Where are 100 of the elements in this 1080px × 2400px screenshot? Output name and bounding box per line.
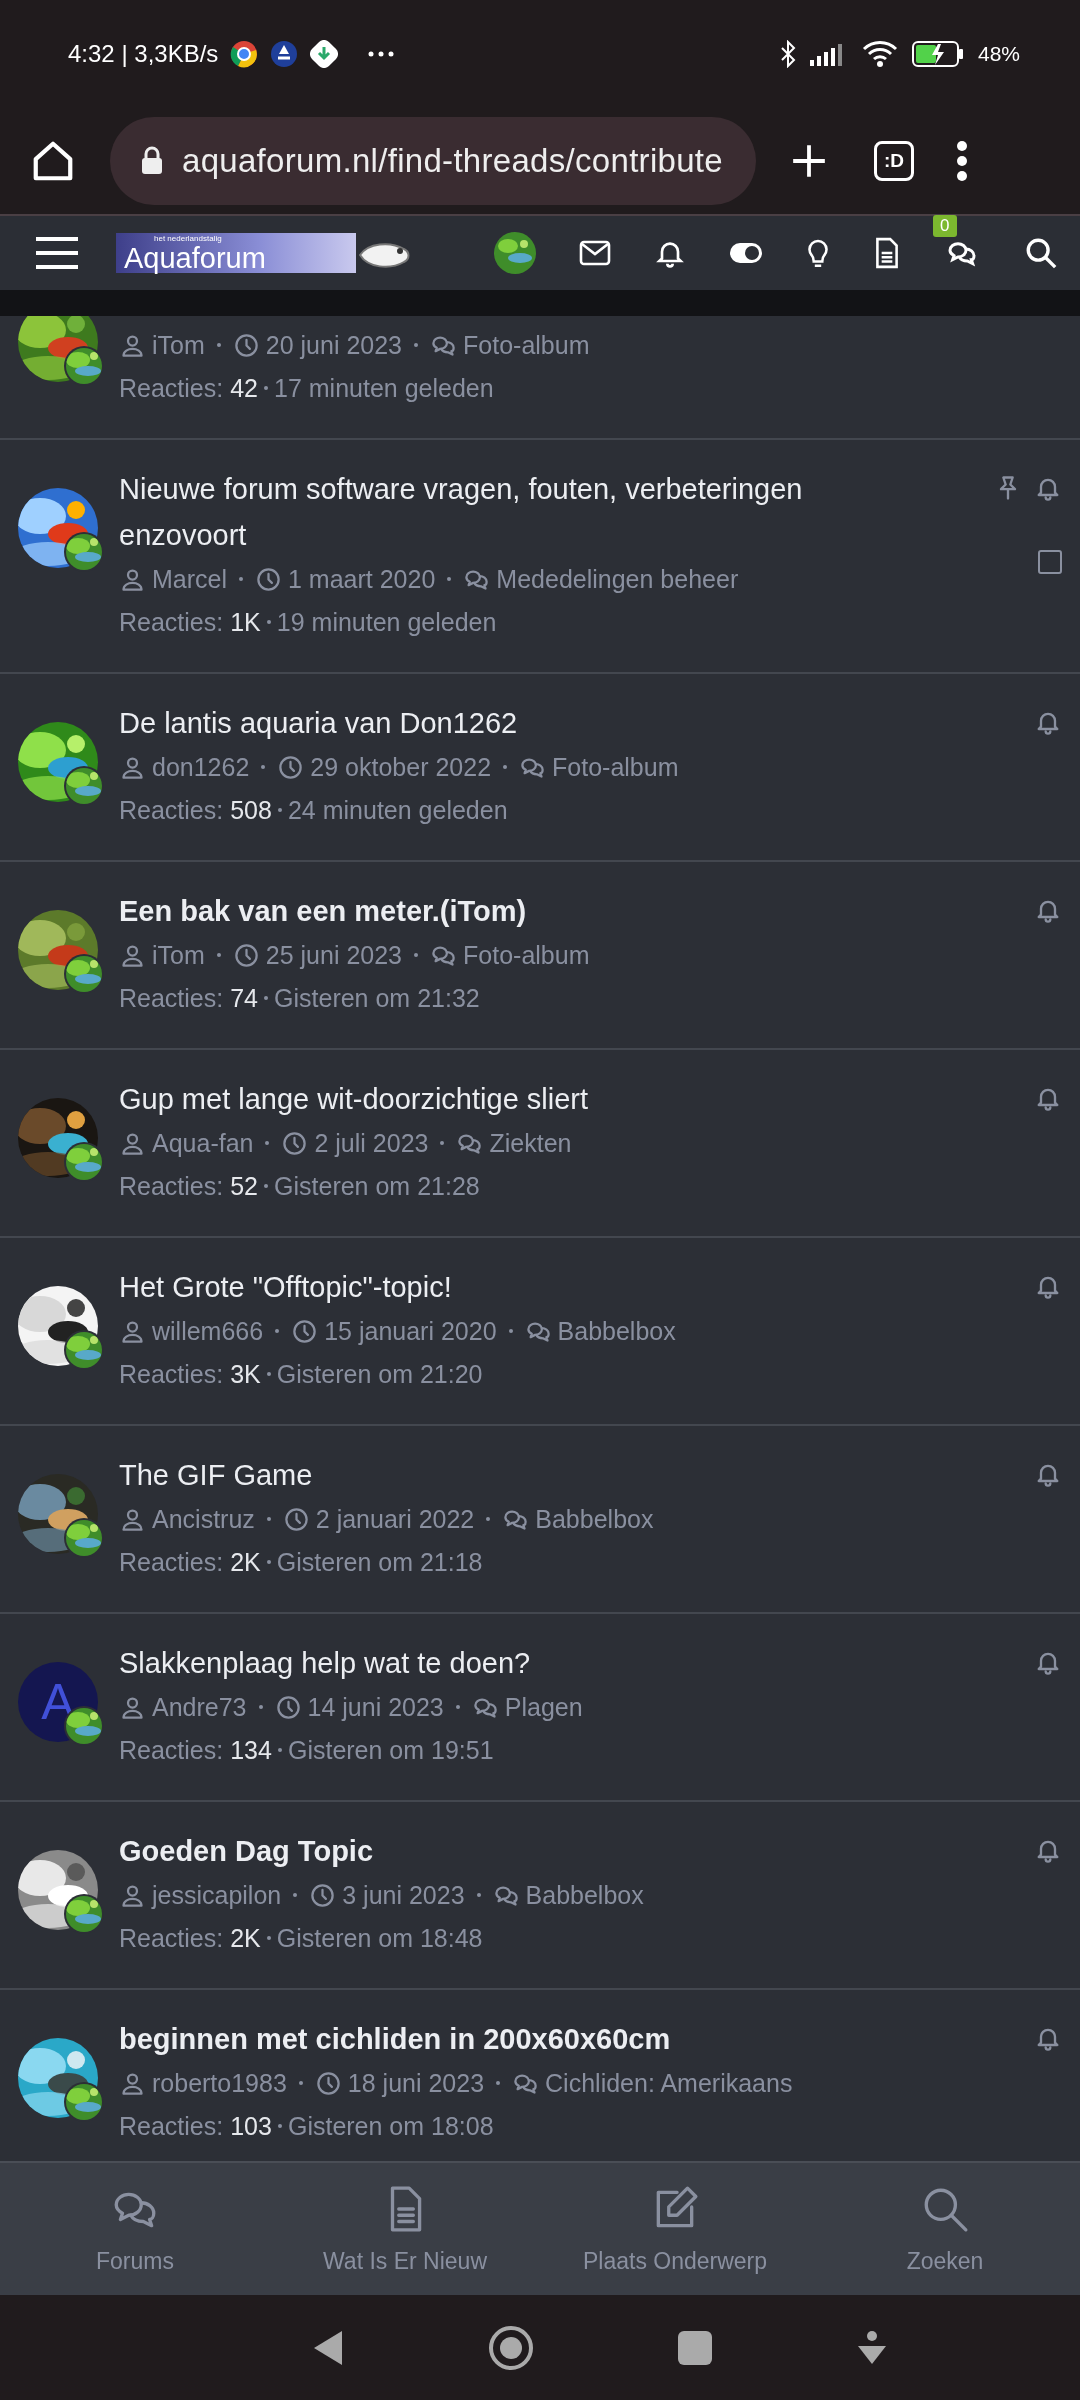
toggle-icon[interactable]: [728, 242, 763, 264]
thread-author[interactable]: Ancistruz: [152, 1504, 255, 1534]
clock-icon: [281, 1129, 309, 1157]
thread-author[interactable]: roberto1983: [152, 2068, 287, 2098]
thread-date: 18 juni 2023: [347, 2068, 485, 2098]
forum-link[interactable]: Babbelbox: [525, 1880, 644, 1910]
last-post-time[interactable]: 24 minuten geleden: [287, 795, 508, 825]
thread-title[interactable]: Nieuwe forum software vragen, fouten, verbeteringen enzovoort: [119, 466, 859, 558]
thread-author[interactable]: iTom: [152, 330, 205, 360]
thread-date: 1 maart 2020: [288, 564, 436, 594]
select-checkbox[interactable]: [1038, 550, 1062, 574]
separator-dot: [298, 2081, 303, 2085]
forum-link[interactable]: Ziekten: [489, 1128, 572, 1158]
forum-link[interactable]: Babbelbox: [557, 1316, 676, 1346]
separator-dot: [293, 1893, 298, 1897]
thread-author[interactable]: Andre73: [152, 1692, 247, 1722]
thread-author[interactable]: iTom: [152, 940, 205, 970]
wifi-icon: [861, 40, 898, 68]
last-post-time[interactable]: 17 minuten geleden: [274, 373, 494, 403]
last-post-time[interactable]: Gisteren om 21:18: [276, 1547, 483, 1577]
last-post-time[interactable]: 19 minuten geleden: [276, 607, 497, 637]
tab-switcher-button[interactable]: :D: [874, 141, 914, 181]
last-post-time[interactable]: Gisteren om 21:32: [274, 983, 480, 1013]
thread-title[interactable]: Gup met lange wit-doorzichtige sliert: [119, 1076, 859, 1122]
thread-title[interactable]: Goeden Dag Topic: [119, 1828, 859, 1874]
replies-label: Reacties:: [119, 373, 224, 403]
thread-title[interactable]: Het Grote "Offtopic"-topic!: [119, 1264, 859, 1310]
nav-tab[interactable]: Plaats Onderwerp: [540, 2163, 810, 2295]
thread-author[interactable]: willem666: [152, 1316, 264, 1346]
clock-icon: [314, 2069, 342, 2097]
forum-link[interactable]: Plagen: [504, 1692, 583, 1722]
forum-link[interactable]: Foto-album: [463, 940, 590, 970]
clock-icon: [232, 941, 260, 969]
thread-title[interactable]: beginnen met cichliden in 200x60x60cm: [119, 2016, 859, 2062]
separator-dot: [264, 996, 269, 1000]
thread-author[interactable]: Aqua-fan: [152, 1128, 254, 1158]
address-bar[interactable]: aquaforum.nl/find-threads/contribute: [110, 117, 756, 205]
separator-dot: [266, 1517, 271, 1521]
separator-dot: [277, 1748, 282, 1752]
url-text: aquaforum.nl/find-threads/contribute: [182, 142, 723, 180]
logo-text: Aquaforum: [124, 242, 267, 273]
last-post-time[interactable]: Gisteren om 21:28: [274, 1171, 480, 1201]
replies-label: Reacties:: [119, 795, 224, 825]
nav-tab[interactable]: Wat Is Er Nieuw: [270, 2163, 540, 2295]
back-button[interactable]: [312, 2328, 344, 2367]
thread-date: 2 januari 2022: [315, 1504, 475, 1534]
separator-dot: [486, 1517, 491, 1521]
last-post-time[interactable]: Gisteren om 21:20: [276, 1359, 483, 1389]
user-avatar[interactable]: [494, 232, 536, 274]
forum-link[interactable]: Foto-album: [463, 330, 590, 360]
recents-button[interactable]: [678, 2330, 712, 2365]
last-post-time[interactable]: Gisteren om 18:48: [276, 1923, 483, 1953]
thread-title[interactable]: Slakkenplaag help wat te doen?: [119, 1640, 859, 1686]
separator-dot: [277, 808, 282, 812]
replies-count: 74: [230, 983, 259, 1013]
forum-link[interactable]: Cichliden: Amerikaans: [545, 2068, 793, 2098]
thread-author[interactable]: jessicapilon: [152, 1880, 282, 1910]
thread-title[interactable]: Een bak van een meter.(iTom): [119, 888, 859, 934]
document-icon[interactable]: [874, 237, 901, 269]
separator-dot: [216, 953, 221, 957]
replies-label: Reacties:: [119, 1547, 224, 1577]
thread-title[interactable]: De lantis aquaria van Don1262: [119, 700, 859, 746]
separator-dot: [508, 1329, 513, 1333]
assistant-button[interactable]: [856, 2329, 888, 2366]
replies-count: 103: [230, 2111, 272, 2141]
separator-dot: [455, 1705, 460, 1709]
replies-count: 52: [230, 1171, 259, 1201]
thread-author[interactable]: don1262: [152, 752, 250, 782]
site-logo[interactable]: het nederlandstalig Aquaforum: [116, 233, 356, 273]
replies-label: Reacties:: [119, 1735, 224, 1765]
forum-link[interactable]: Foto-album: [552, 752, 679, 782]
bluetooth-icon: [779, 40, 796, 68]
menu-button[interactable]: [956, 141, 968, 181]
clock-icon: [274, 1693, 302, 1721]
separator-dot: [239, 577, 243, 581]
clock-icon: [282, 1505, 310, 1533]
replies-label: Reacties:: [119, 1923, 224, 1953]
mail-icon[interactable]: [578, 240, 611, 266]
separator-dot: [266, 1372, 271, 1376]
nav-tab[interactable]: Forums: [0, 2163, 270, 2295]
battery-percent: 48%: [977, 42, 1020, 66]
last-post-time[interactable]: Gisteren om 19:51: [287, 1735, 494, 1765]
forum-link[interactable]: Babbelbox: [535, 1504, 654, 1534]
thread-author[interactable]: Marcel: [152, 564, 227, 594]
thread-date: 25 juni 2023: [265, 940, 403, 970]
thread-date: 2 juli 2023: [314, 1128, 429, 1158]
separator-dot: [496, 2081, 501, 2085]
separator-dot: [258, 1705, 263, 1709]
home-button[interactable]: [488, 2324, 534, 2371]
thread-date: 3 juni 2023: [342, 1880, 465, 1910]
new-tab-button[interactable]: [790, 142, 828, 180]
nav-tab[interactable]: Zoeken: [810, 2163, 1080, 2295]
forum-link[interactable]: Mededelingen beheer: [496, 564, 739, 594]
clock-icon: [255, 565, 282, 593]
thread-title[interactable]: The GIF Game: [119, 1452, 859, 1498]
separator-dot: [414, 953, 419, 957]
menu-icon[interactable]: [34, 235, 80, 271]
separator-dot: [261, 765, 266, 769]
replies-label: Reacties:: [119, 607, 224, 637]
last-post-time[interactable]: Gisteren om 18:08: [287, 2111, 494, 2141]
